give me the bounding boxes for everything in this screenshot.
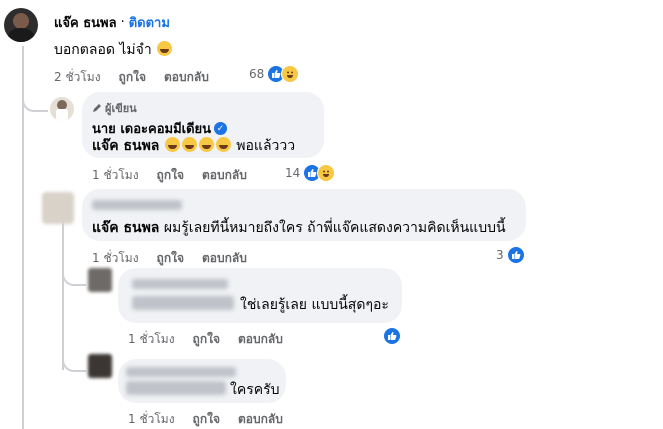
thread-curve-reply-3	[62, 264, 86, 286]
reaction-summary[interactable]	[383, 327, 401, 345]
reaction-count: 3	[496, 248, 504, 262]
comment-4-bubble: ใช่เลยรู้เลย แบบนี้สุดๆอะ	[118, 268, 402, 323]
blurred-commenter-name	[92, 200, 182, 210]
thread-line-sub	[62, 220, 64, 370]
comment-5-bubble: ใครครับ	[118, 359, 286, 403]
reply-button[interactable]: ตอบกลับ	[202, 166, 247, 185]
like-button[interactable]: ถูกใจ	[157, 166, 184, 185]
like-button[interactable]: ถูกใจ	[193, 330, 220, 349]
reaction-summary[interactable]: 68	[249, 65, 300, 83]
timestamp[interactable]: 1 ชั่วโมง	[128, 330, 175, 349]
name-separator: ·	[120, 15, 125, 30]
comment-3-bubble: แจ๊ค ธนพล ผมรู้เลยทีนี้หมายถึงใคร ถ้าพี่…	[82, 189, 526, 241]
follow-link[interactable]: ติดตาม	[129, 12, 170, 33]
like-reaction-icon	[383, 327, 401, 345]
avatar[interactable]	[4, 8, 38, 42]
comment-2-bubble: ผู้เขียน นาย เดอะคอมมีเดียน ✓ แจ๊ค ธนพล …	[82, 92, 324, 158]
comment-text: ใช่เลยรู้เลย แบบนี้สุดๆอะ	[240, 297, 389, 313]
comment-2-actions: 1 ชั่วโมง ถูกใจ ตอบกลับ	[92, 166, 247, 185]
haha-reaction-icon	[317, 164, 336, 182]
timestamp[interactable]: 2 ชั่วโมง	[54, 68, 101, 87]
comment-text: ใครครับ	[230, 382, 280, 398]
rofl-emoji-icon	[215, 137, 231, 152]
reaction-summary[interactable]: 3	[496, 246, 525, 264]
rofl-emoji-icon	[198, 137, 214, 152]
haha-reaction-icon	[281, 65, 300, 83]
like-button[interactable]: ถูกใจ	[119, 68, 146, 87]
avatar[interactable]	[50, 97, 74, 121]
comment-5-actions: 1 ชั่วโมง ถูกใจ ตอบกลับ	[128, 410, 283, 429]
timestamp[interactable]: 1 ชั่วโมง	[92, 249, 139, 268]
reaction-count: 14	[285, 166, 301, 180]
blurred-commenter-name	[132, 279, 228, 289]
comment-1-actions: 2 ชั่วโมง ถูกใจ ตอบกลับ	[54, 68, 209, 87]
author-badge-label: ผู้เขียน	[105, 102, 137, 115]
pencil-icon	[93, 104, 101, 112]
mention-link[interactable]: แจ๊ค ธนพล	[92, 138, 159, 154]
rofl-emoji-icon	[181, 137, 197, 152]
laughing-emoji-icon	[157, 41, 173, 56]
reply-button[interactable]: ตอบกลับ	[164, 68, 209, 87]
comment-4-actions: 1 ชั่วโมง ถูกใจ ตอบกลับ	[128, 330, 283, 349]
commenter-name[interactable]: แจ๊ค ธนพล	[54, 12, 117, 33]
avatar[interactable]	[88, 354, 112, 378]
comment-text: บอกตลอด ไม่จำ	[54, 42, 152, 58]
thread-curve-reply-4	[62, 350, 86, 372]
avatar[interactable]	[88, 268, 112, 292]
like-button[interactable]: ถูกใจ	[193, 410, 220, 429]
comment-text: ผมรู้เลยทีนี้หมายถึงใคร ถ้าพี่แจ๊คแสดงคว…	[163, 220, 506, 236]
reply-button[interactable]: ตอบกลับ	[238, 330, 283, 349]
comment-3-actions: 1 ชั่วโมง ถูกใจ ตอบกลับ	[92, 249, 247, 268]
reaction-summary[interactable]: 14	[285, 164, 336, 182]
verified-badge-icon: ✓	[214, 122, 228, 135]
timestamp[interactable]: 1 ชั่วโมง	[128, 410, 175, 429]
reply-button[interactable]: ตอบกลับ	[238, 410, 283, 429]
blurred-commenter-name	[126, 367, 236, 377]
timestamp[interactable]: 1 ชั่วโมง	[92, 166, 139, 185]
blurred-text	[132, 296, 234, 310]
comment-text: พอแล้ววว	[236, 138, 296, 154]
avatar[interactable]	[42, 192, 74, 224]
rofl-emoji-icon	[164, 137, 180, 152]
mention-link[interactable]: แจ๊ค ธนพล	[92, 220, 159, 236]
like-button[interactable]: ถูกใจ	[157, 249, 184, 268]
reply-button[interactable]: ตอบกลับ	[202, 249, 247, 268]
blurred-text	[126, 381, 226, 395]
comment-1-body: แจ๊ค ธนพล · ติดตาม บอกตลอด ไม่จำ	[54, 12, 173, 61]
thread-curve-reply-1	[22, 88, 48, 112]
reaction-count: 68	[249, 67, 265, 81]
like-reaction-icon	[506, 246, 525, 264]
